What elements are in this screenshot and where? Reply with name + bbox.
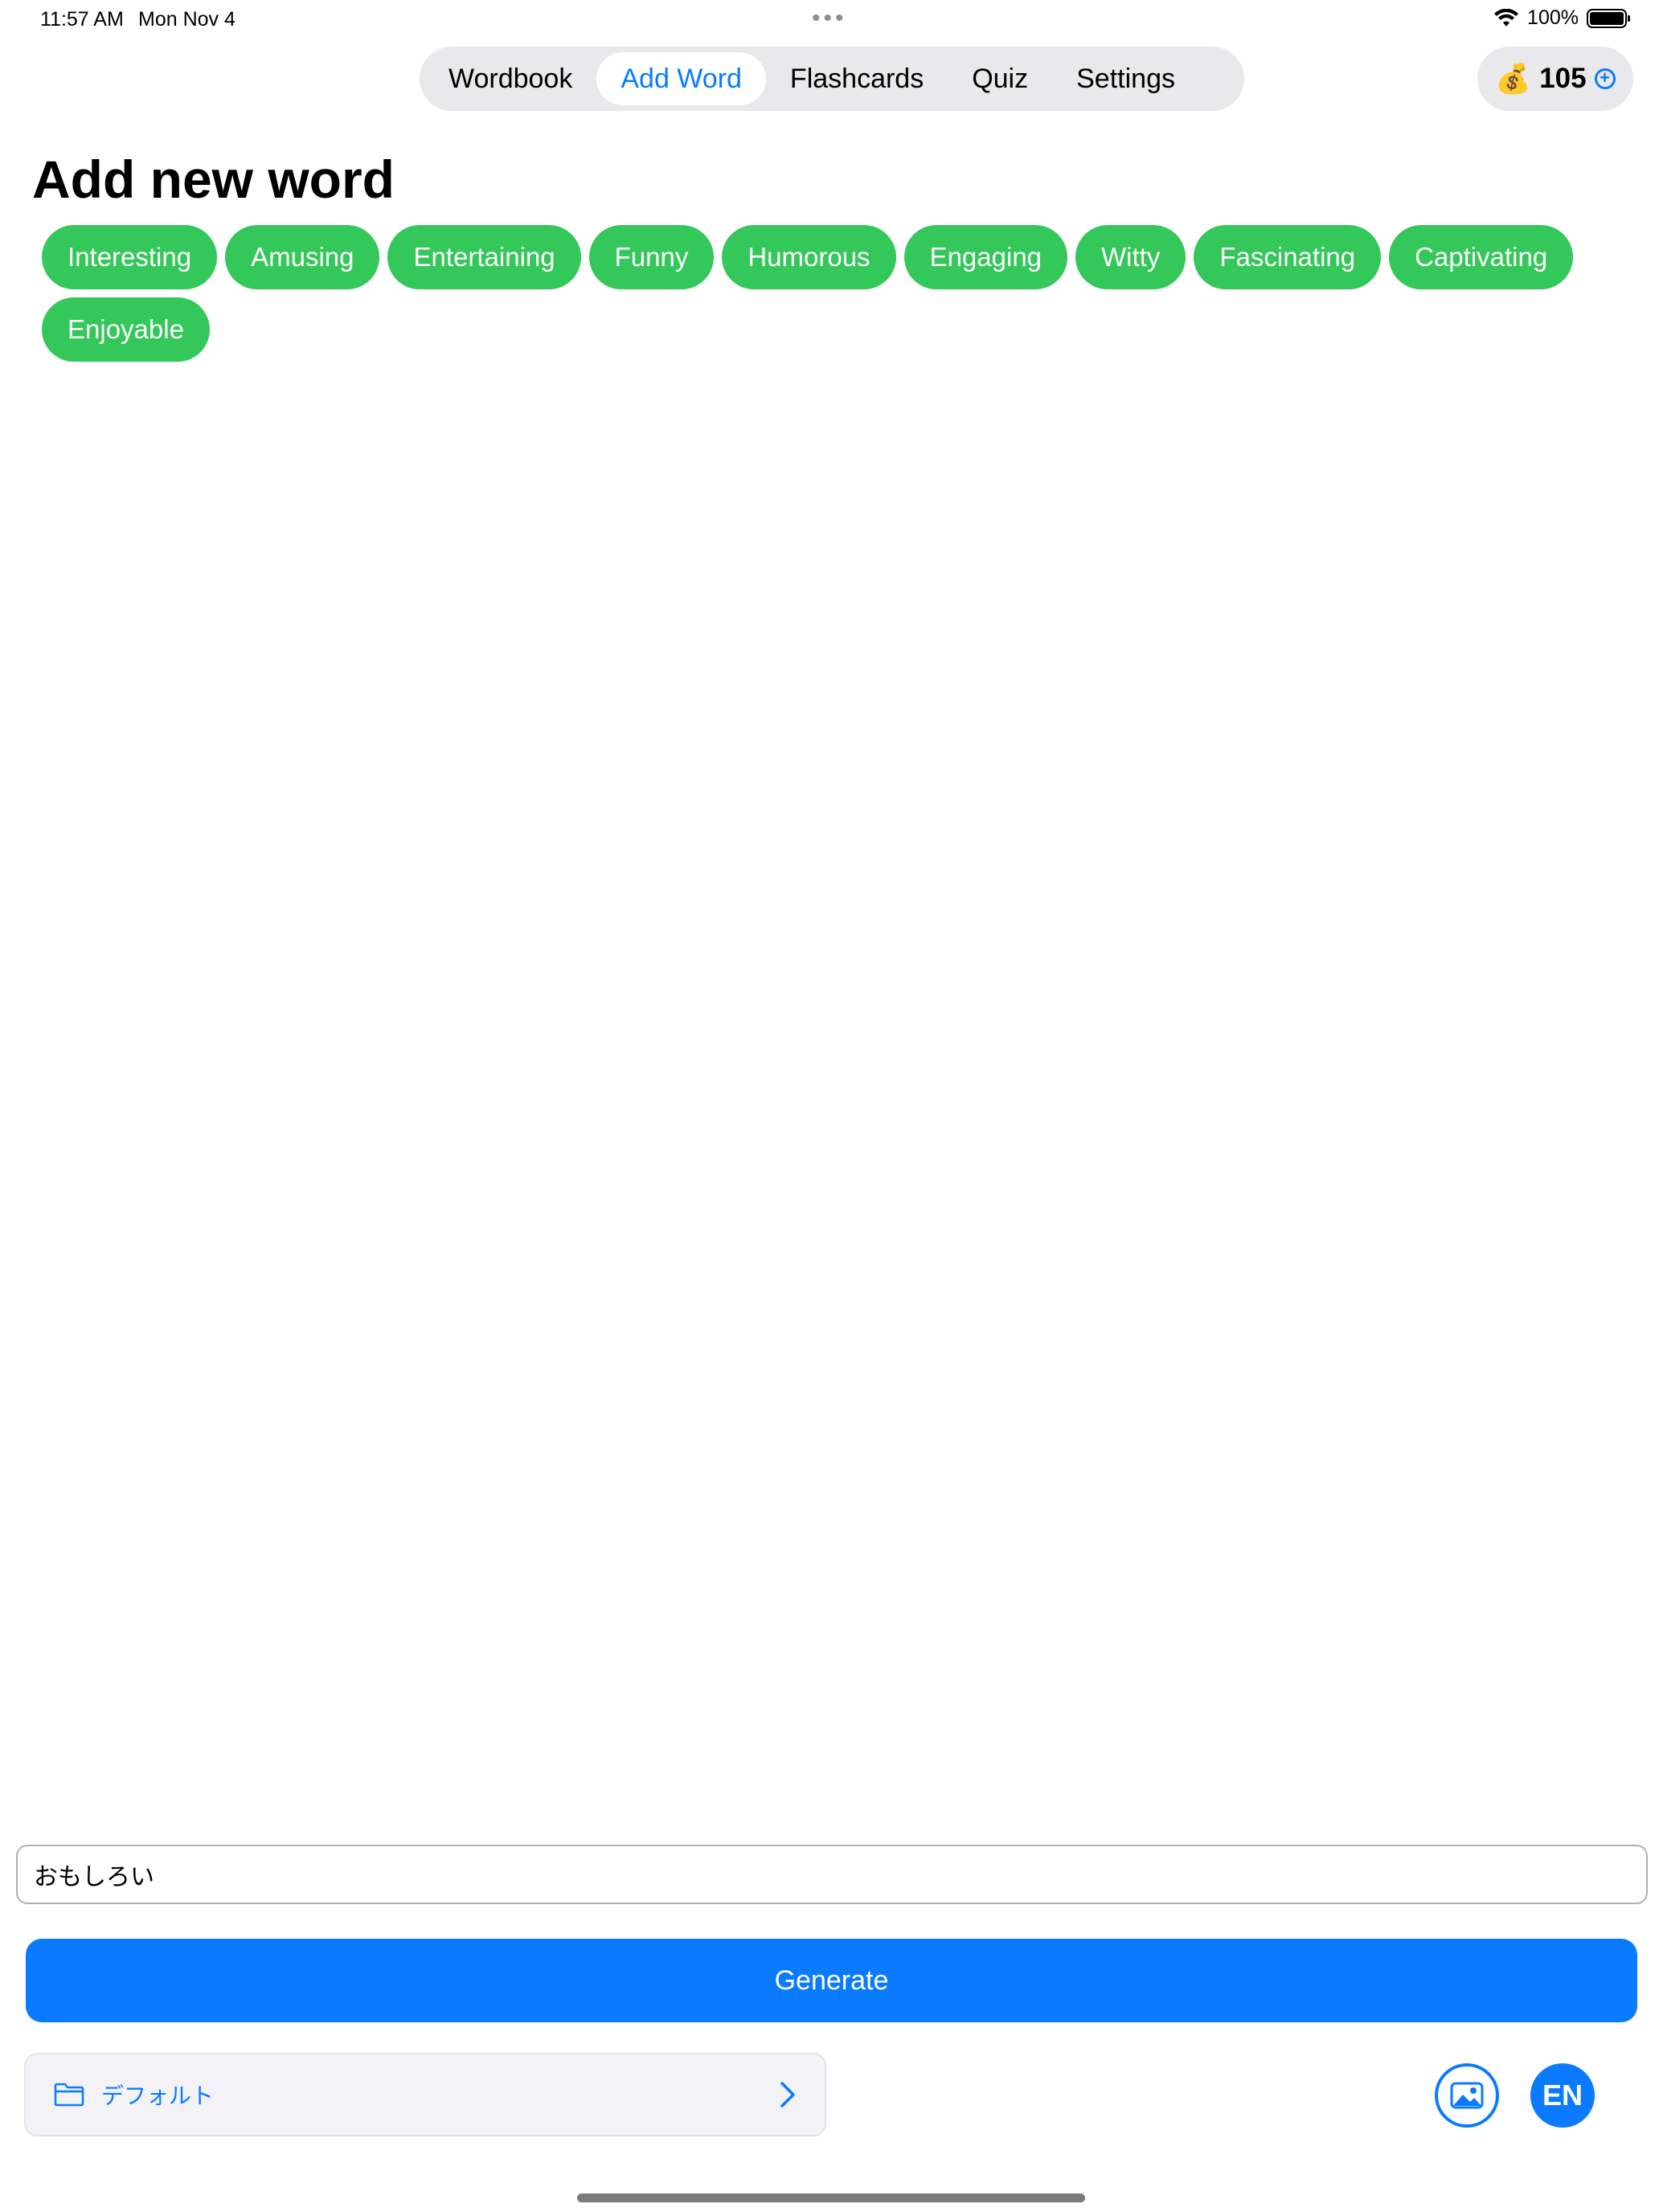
tab-add-word[interactable]: Add Word: [596, 52, 766, 105]
home-indicator[interactable]: [577, 2194, 1085, 2202]
suggestion-chip[interactable]: Humorous: [722, 225, 896, 289]
battery-percent: 100%: [1527, 6, 1579, 29]
folder-icon: [54, 2083, 84, 2107]
page-title: Add new word: [32, 150, 395, 209]
status-time: 11:57 AM: [40, 8, 124, 31]
folder-picker[interactable]: デフォルト: [24, 2053, 826, 2136]
suggestion-chip[interactable]: Fascinating: [1194, 225, 1382, 289]
status-indicators: 100%: [1493, 6, 1630, 30]
tab-bar: Wordbook Add Word Flashcards Quiz Settin…: [420, 47, 1244, 111]
battery-icon: [1587, 8, 1630, 28]
tab-wordbook[interactable]: Wordbook: [424, 52, 596, 105]
plus-circle-icon[interactable]: +: [1594, 68, 1616, 89]
tab-settings[interactable]: Settings: [1052, 52, 1199, 105]
status-bar: 11:57 AM Mon Nov 4 ••• 100%: [0, 0, 1659, 40]
tab-quiz[interactable]: Quiz: [948, 52, 1052, 105]
language-toggle-button[interactable]: EN: [1530, 2063, 1595, 2128]
suggestion-chip[interactable]: Captivating: [1389, 225, 1574, 289]
suggestion-chip[interactable]: Amusing: [225, 225, 380, 289]
money-bag-icon: 💰: [1495, 62, 1532, 95]
image-input-button[interactable]: [1435, 2063, 1499, 2128]
wifi-icon: [1494, 8, 1519, 27]
coin-balance-button[interactable]: 💰 105 +: [1477, 47, 1633, 111]
word-input[interactable]: [16, 1845, 1648, 1904]
suggestion-chips: Interesting Amusing Entertaining Funny H…: [42, 225, 1633, 362]
suggestion-chip[interactable]: Funny: [588, 225, 715, 289]
suggestion-chip[interactable]: Interesting: [42, 225, 218, 289]
photo-icon: [1450, 2082, 1484, 2109]
tab-flashcards[interactable]: Flashcards: [766, 52, 948, 105]
suggestion-chip[interactable]: Entertaining: [387, 225, 581, 289]
folder-label: デフォルト: [101, 2083, 215, 2109]
multitasking-dots-icon[interactable]: •••: [812, 5, 847, 32]
status-date: Mon Nov 4: [138, 8, 236, 31]
generate-button[interactable]: Generate: [26, 1939, 1637, 2022]
suggestion-chip[interactable]: Engaging: [903, 225, 1068, 289]
coin-count: 105: [1539, 63, 1587, 94]
suggestion-chip[interactable]: Enjoyable: [42, 297, 210, 362]
chevron-right-icon: [780, 2082, 795, 2108]
suggestion-chip[interactable]: Witty: [1075, 225, 1186, 289]
